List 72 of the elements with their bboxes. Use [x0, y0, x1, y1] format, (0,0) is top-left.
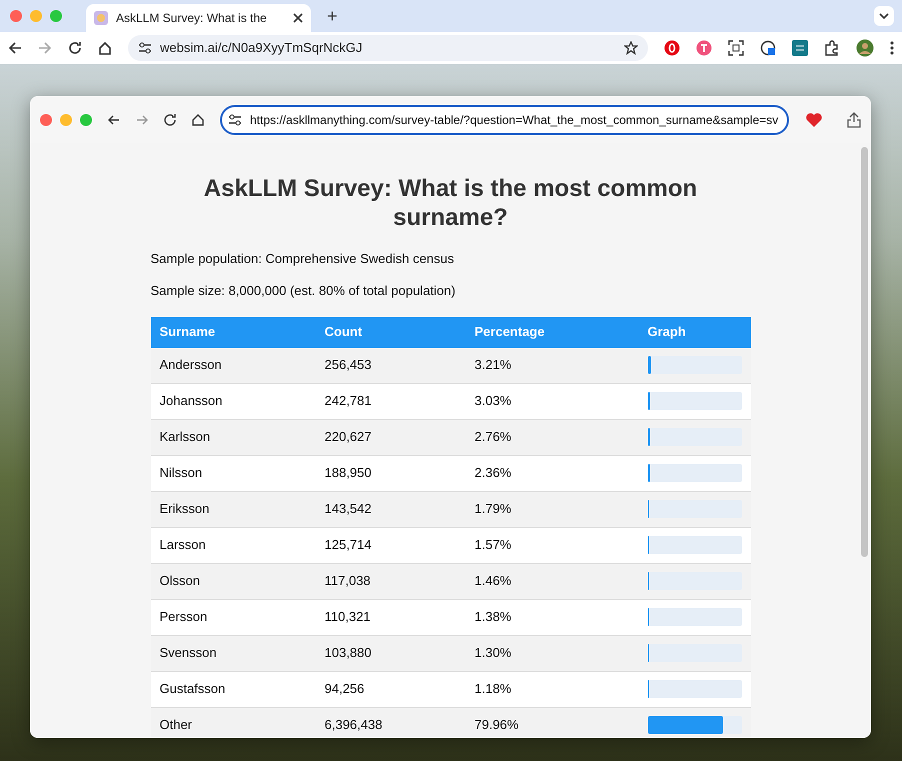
table-cell: 188,950 — [324, 465, 372, 480]
ring-extension-icon[interactable] — [664, 40, 680, 56]
forward-arrow-icon[interactable] — [136, 114, 148, 126]
table-cell: Svensson — [160, 645, 217, 660]
table-cell: 1.30% — [474, 645, 512, 660]
table-cell: 143,542 — [324, 501, 372, 516]
back-arrow-icon[interactable] — [8, 41, 22, 55]
table-cell: Persson — [160, 609, 208, 624]
table-cell: Other — [160, 717, 192, 732]
tab-list-icon[interactable] — [874, 6, 894, 26]
profile-avatar-icon[interactable] — [856, 39, 874, 57]
gauge-extension-icon[interactable] — [760, 40, 776, 56]
table-cell: 1.38% — [474, 609, 512, 624]
table-cell: 256,453 — [324, 357, 372, 372]
column-header: Surname — [160, 324, 216, 340]
close-tab-icon[interactable] — [293, 13, 303, 23]
table-cell: Andersson — [160, 357, 222, 372]
close-window-icon[interactable] — [40, 114, 52, 126]
table-cell: Karlsson — [160, 429, 210, 444]
table-cell: 117,038 — [324, 573, 371, 588]
back-arrow-icon[interactable] — [108, 114, 120, 126]
reload-icon[interactable] — [164, 114, 176, 126]
url-text: https://askllmanything.com/survey-table/?question=What_the_most_common_surname&sample=sv — [250, 112, 778, 128]
swirl-favicon-icon — [94, 11, 108, 25]
column-header: Graph — [648, 324, 686, 340]
round-extension-icon[interactable] — [696, 40, 712, 56]
site-settings-icon[interactable] — [228, 114, 242, 126]
table-cell: 1.46% — [474, 573, 512, 588]
url-text: websim.ai/c/N0a9XyyTmSqrNckGJ — [160, 39, 364, 58]
table-cell: Eriksson — [160, 501, 210, 516]
table-cell: 1.18% — [474, 681, 512, 696]
table-cell: 2.36% — [474, 465, 512, 480]
table-cell: 242,781 — [324, 393, 372, 408]
address-bar[interactable]: https://askllmanything.com/survey-table/?question=What_the_most_common_surname&sample=sv — [220, 104, 789, 134]
table-cell: 220,627 — [324, 429, 372, 444]
column-header: Count — [324, 324, 362, 340]
table-cell: 1.57% — [474, 537, 512, 552]
table-cell: Olsson — [160, 573, 200, 588]
scrollbar-thumb[interactable] — [861, 147, 868, 557]
table-cell: 110,321 — [324, 609, 371, 624]
sample-population-text: Sample population: Comprehensive Swedish census — [150, 250, 456, 268]
table-cell: 1.79% — [474, 501, 512, 516]
home-icon[interactable] — [98, 41, 112, 55]
table-cell: 3.21% — [474, 357, 512, 372]
more-menu-icon[interactable] — [890, 41, 894, 55]
table-cell: 2.76% — [474, 429, 512, 444]
table-cell: 79.96% — [474, 717, 519, 732]
tab-title: AskLLM Survey: What is the — [116, 10, 268, 27]
table-cell: 125,714 — [324, 537, 372, 552]
table-cell: Gustafsson — [160, 681, 226, 696]
table-cell: 3.03% — [474, 393, 512, 408]
column-header: Percentage — [474, 324, 545, 340]
address-bar[interactable]: websim.ai/c/N0a9XyyTmSqrNckGJ — [128, 35, 648, 61]
share-icon[interactable] — [847, 112, 861, 128]
page-title: AskLLM Survey: What is the most common surname? — [202, 175, 698, 233]
screen-capture-icon[interactable] — [728, 40, 744, 56]
star-icon[interactable] — [624, 41, 638, 55]
site-settings-icon[interactable] — [138, 42, 152, 54]
table-cell: Johansson — [160, 393, 222, 408]
square-extension-icon[interactable] — [792, 40, 808, 56]
reload-icon[interactable] — [68, 41, 82, 55]
table-cell: 94,256 — [324, 681, 364, 696]
browser-tab[interactable]: AskLLM Survey: What is the — [86, 4, 311, 32]
table-cell: 103,880 — [324, 645, 372, 660]
table-cell: 6,396,438 — [324, 717, 382, 732]
sample-size-text: Sample size: 8,000,000 (est. 80% of total population) — [150, 282, 456, 300]
heart-icon[interactable] — [805, 112, 823, 128]
puzzle-extension-icon[interactable] — [824, 40, 840, 56]
new-tab-button[interactable]: + — [327, 2, 338, 30]
table-cell: Nilsson — [160, 465, 202, 480]
table-cell: Larsson — [160, 537, 206, 552]
home-icon[interactable] — [192, 114, 204, 126]
